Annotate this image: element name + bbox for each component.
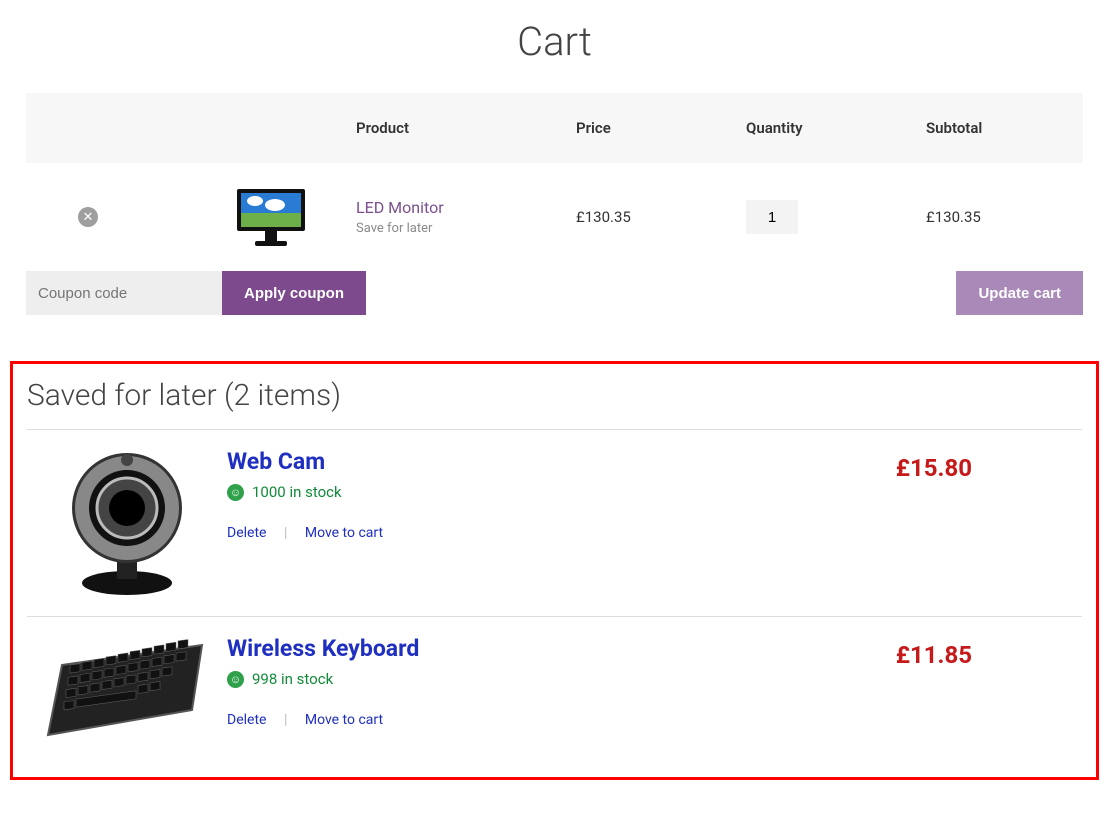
stock-text: 1000 in stock xyxy=(252,483,342,501)
saved-section-title: Saved for later (2 items) xyxy=(27,374,1082,429)
quantity-input[interactable] xyxy=(746,200,798,234)
apply-coupon-button[interactable]: Apply coupon xyxy=(222,271,366,315)
saved-item-price: £11.85 xyxy=(896,635,1082,669)
webcam-icon xyxy=(52,448,202,598)
smiley-icon: ☺ xyxy=(227,671,244,688)
keyboard-icon xyxy=(42,635,212,745)
close-icon: ✕ xyxy=(83,210,94,225)
product-subtotal: £130.35 xyxy=(926,208,1083,226)
product-thumbnail[interactable] xyxy=(186,185,356,249)
coupon-code-input[interactable] xyxy=(26,271,222,315)
saved-item-name-link[interactable]: Wireless Keyboard xyxy=(227,635,419,662)
stock-text: 998 in stock xyxy=(252,670,333,688)
saved-for-later-section: Saved for later (2 items) Web Cam ☺ 1000… xyxy=(10,361,1099,780)
stock-status: ☺ 1000 in stock xyxy=(227,483,896,501)
cart-header-row: Product Price Quantity Subtotal xyxy=(26,93,1083,163)
move-to-cart-link[interactable]: Move to cart xyxy=(305,712,383,728)
product-name-link[interactable]: LED Monitor xyxy=(356,198,444,217)
col-header-subtotal: Subtotal xyxy=(926,119,1083,137)
saved-item-price: £15.80 xyxy=(896,448,1082,482)
delete-saved-link[interactable]: Delete xyxy=(227,525,266,541)
col-header-price: Price xyxy=(576,119,746,137)
saved-item-thumbnail[interactable] xyxy=(27,448,227,598)
cart-table: Product Price Quantity Subtotal ✕ LED Mo… xyxy=(26,93,1083,315)
save-for-later-link[interactable]: Save for later xyxy=(356,221,576,236)
remove-item-button[interactable]: ✕ xyxy=(78,207,98,227)
saved-item: Wireless Keyboard ☺ 998 in stock Delete … xyxy=(27,616,1082,763)
saved-item: Web Cam ☺ 1000 in stock Delete | Move to… xyxy=(27,429,1082,616)
col-header-product: Product xyxy=(356,119,576,137)
saved-item-thumbnail[interactable] xyxy=(27,635,227,745)
cart-row: ✕ LED Monitor Save for later £130.35 £13… xyxy=(26,163,1083,271)
product-price: £130.35 xyxy=(576,208,746,226)
smiley-icon: ☺ xyxy=(227,484,244,501)
saved-item-name-link[interactable]: Web Cam xyxy=(227,448,325,475)
page-title: Cart xyxy=(0,0,1109,93)
stock-status: ☺ 998 in stock xyxy=(227,670,896,688)
divider: | xyxy=(284,525,287,541)
cart-actions-row: Apply coupon Update cart xyxy=(26,271,1083,315)
monitor-icon xyxy=(231,185,311,249)
divider: | xyxy=(284,712,287,728)
move-to-cart-link[interactable]: Move to cart xyxy=(305,525,383,541)
delete-saved-link[interactable]: Delete xyxy=(227,712,266,728)
col-header-quantity: Quantity xyxy=(746,119,926,137)
update-cart-button[interactable]: Update cart xyxy=(956,271,1083,315)
